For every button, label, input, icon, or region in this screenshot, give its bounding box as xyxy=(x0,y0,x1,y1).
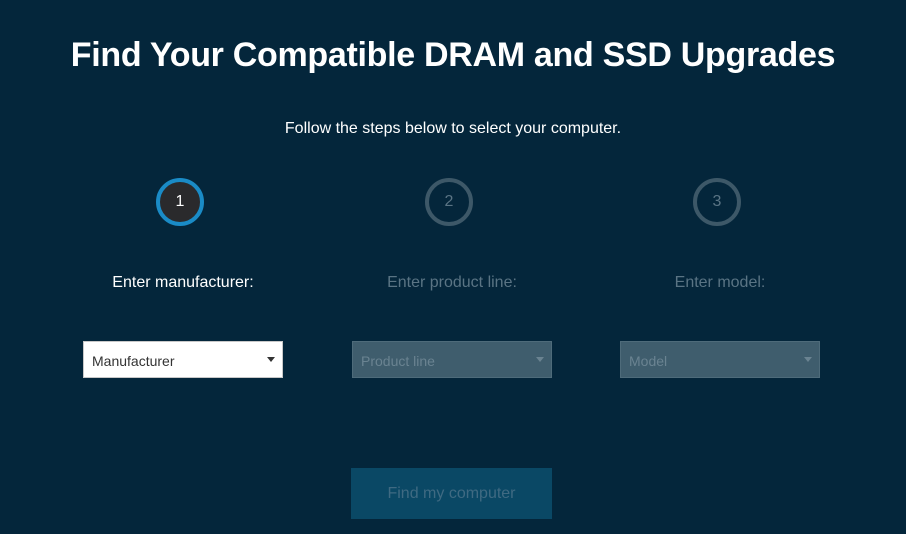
product-line-select[interactable]: Product line xyxy=(352,341,552,378)
product-line-select-value: Product line xyxy=(361,352,435,369)
step-model: 3 Enter model: Model xyxy=(610,0,830,534)
model-select[interactable]: Model xyxy=(620,341,820,378)
compatibility-finder: Find Your Compatible DRAM and SSD Upgrad… xyxy=(0,0,906,534)
caret-down-icon xyxy=(536,357,544,362)
step-label-model: Enter model: xyxy=(674,274,766,291)
step-manufacturer: 1 Enter manufacturer: Manufacturer xyxy=(73,0,293,534)
caret-down-icon xyxy=(267,357,275,362)
find-my-computer-button[interactable]: Find my computer xyxy=(351,468,552,519)
step-label-product-line: Enter product line: xyxy=(387,274,517,291)
step-number-badge: 1 xyxy=(156,178,204,226)
step-number-badge: 2 xyxy=(425,178,473,226)
step-product-line: 2 Enter product line: Product line xyxy=(342,0,562,534)
step-number-badge: 3 xyxy=(693,178,741,226)
step-label-manufacturer: Enter manufacturer: xyxy=(112,274,254,291)
manufacturer-select[interactable]: Manufacturer xyxy=(83,341,283,378)
manufacturer-select-value: Manufacturer xyxy=(92,352,175,369)
caret-down-icon xyxy=(804,357,812,362)
model-select-value: Model xyxy=(629,352,668,369)
